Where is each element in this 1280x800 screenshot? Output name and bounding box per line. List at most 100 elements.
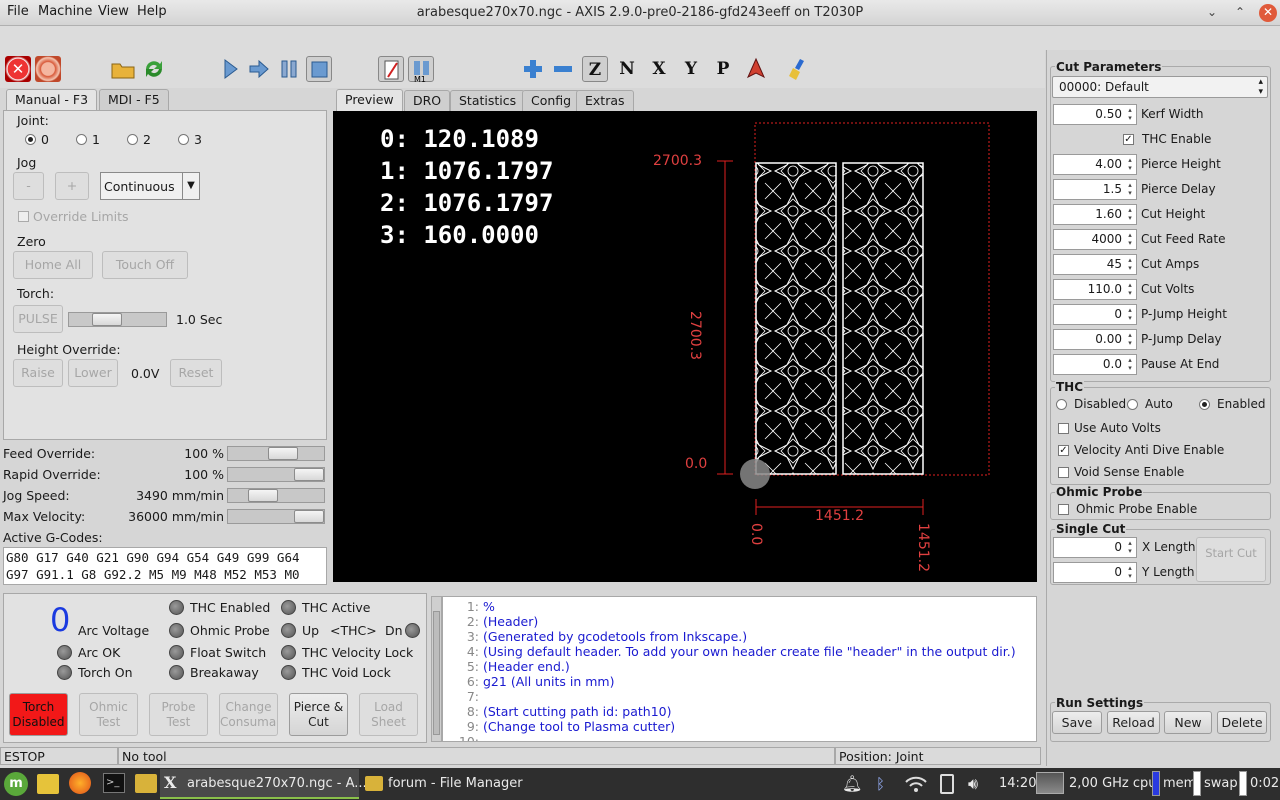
gcode-line[interactable]: 7: — [443, 689, 1036, 704]
tab-preview[interactable]: Preview — [336, 89, 403, 111]
desktop-icon[interactable] — [37, 774, 59, 794]
gcode-scrollbar[interactable] — [431, 596, 442, 742]
lower-button[interactable]: Lower — [68, 359, 118, 387]
joint-radio-2[interactable] — [127, 134, 138, 145]
taskbar-app-axis[interactable]: X arabesque270x70.ngc - A... — [160, 769, 367, 799]
volume-icon[interactable]: 🔊︎ — [968, 768, 978, 800]
pulse-slider[interactable] — [68, 312, 167, 327]
files-icon[interactable] — [135, 774, 157, 793]
delete-button[interactable]: Delete — [1217, 711, 1267, 734]
cut-param-input[interactable]: 110.0 — [1053, 279, 1137, 300]
cut-param-input[interactable]: 0.0 — [1053, 354, 1137, 375]
reload-icon[interactable] — [141, 56, 167, 82]
thc-auto-radio[interactable] — [1127, 399, 1138, 410]
gcode-line[interactable]: 6: g21 (All units in mm) — [443, 674, 1036, 689]
joint-radio-0[interactable] — [25, 134, 36, 145]
change-consumable-button[interactable]: Change Consumable — [219, 693, 278, 736]
cut-param-input[interactable]: 0.00 — [1053, 329, 1137, 350]
jog-plus-button[interactable]: + — [55, 172, 89, 200]
gcode-preview[interactable]: 0: 120.1089 1: 1076.1797 2: 1076.1797 3:… — [333, 111, 1037, 582]
machine-power-icon[interactable] — [35, 56, 61, 82]
gcode-line[interactable]: 2: (Header) — [443, 614, 1036, 629]
tab-config[interactable]: Config — [522, 90, 581, 112]
raise-button[interactable]: Raise — [13, 359, 63, 387]
save-button[interactable]: Save — [1052, 711, 1102, 734]
thc-enabled-radio[interactable] — [1199, 399, 1210, 410]
velocity-anti-dive-checkbox[interactable]: ✓ — [1058, 445, 1069, 456]
clear-plot-icon[interactable] — [786, 56, 812, 82]
rotate-view-icon[interactable] — [743, 56, 769, 82]
maximize-icon[interactable]: ⌃ — [1231, 4, 1249, 22]
jog-speed-handle[interactable] — [248, 489, 278, 502]
rapid-override-slider[interactable] — [227, 467, 325, 482]
gcode-scrollbar-thumb[interactable] — [433, 611, 440, 735]
gcode-line[interactable]: 5: (Header end.) — [443, 659, 1036, 674]
max-velocity-slider[interactable] — [227, 509, 325, 524]
cut-param-input[interactable]: 4000 — [1053, 229, 1137, 250]
override-limits-checkbox[interactable] — [18, 211, 29, 222]
max-velocity-handle[interactable] — [294, 510, 324, 523]
zoom-out-icon[interactable] — [550, 56, 576, 82]
pulse-button[interactable]: PULSE — [13, 305, 63, 333]
void-sense-checkbox[interactable] — [1058, 467, 1069, 478]
pulse-slider-handle[interactable] — [92, 313, 122, 326]
load-sheet-button[interactable]: Load Sheet — [359, 693, 418, 736]
torch-disabled-button[interactable]: Torch Disabled — [9, 693, 68, 736]
close-icon[interactable]: ✕ — [1259, 4, 1277, 22]
notifications-icon[interactable]: 🔔︎ — [842, 768, 862, 800]
x-length-input[interactable]: 0 — [1053, 537, 1137, 558]
cut-param-input[interactable]: 1.5 — [1053, 179, 1137, 200]
probe-test-button[interactable]: Probe Test — [149, 693, 208, 736]
run-icon[interactable] — [217, 56, 243, 82]
tab-extras[interactable]: Extras — [576, 90, 634, 112]
menu-help[interactable]: Help — [137, 4, 167, 19]
pierce-cut-button[interactable]: Pierce & Cut — [289, 693, 348, 736]
tab-dro[interactable]: DRO — [404, 90, 451, 112]
jog-mode-select[interactable]: Continuous ▼ — [100, 172, 200, 200]
gcode-line[interactable]: 10: — [443, 734, 1036, 741]
terminal-icon[interactable]: >_ — [103, 773, 125, 793]
reload-button[interactable]: Reload — [1107, 711, 1160, 734]
gcode-line[interactable]: 8: (Start cutting path id: path10) — [443, 704, 1036, 719]
view-x-icon[interactable]: X — [646, 56, 672, 82]
tab-statistics[interactable]: Statistics — [450, 90, 526, 112]
open-file-icon[interactable] — [110, 56, 136, 82]
start-cut-button[interactable]: Start Cut — [1196, 537, 1266, 582]
gcode-line[interactable]: 1:% — [443, 599, 1036, 614]
joint-radio-1[interactable] — [76, 134, 87, 145]
stop-icon[interactable] — [306, 56, 332, 82]
bluetooth-icon[interactable]: ᛒ — [876, 768, 885, 800]
thc-disabled-radio[interactable] — [1056, 399, 1067, 410]
firefox-icon[interactable] — [69, 772, 91, 794]
new-button[interactable]: New — [1164, 711, 1212, 734]
ohmic-enable-checkbox[interactable] — [1058, 504, 1069, 515]
mint-menu-icon[interactable]: m — [4, 772, 28, 796]
y-length-input[interactable]: 0 — [1053, 562, 1137, 583]
tab-manual[interactable]: Manual - F3 — [6, 89, 98, 111]
battery-icon[interactable] — [940, 774, 954, 794]
ohmic-test-button[interactable]: Ohmic Test — [79, 693, 138, 736]
feed-override-handle[interactable] — [268, 447, 298, 460]
reset-button[interactable]: Reset — [170, 359, 222, 387]
tab-mdi[interactable]: MDI - F5 — [99, 89, 169, 111]
gcode-line[interactable]: 9: (Change tool to Plasma cutter) — [443, 719, 1036, 734]
pause-icon[interactable] — [276, 56, 302, 82]
feed-override-slider[interactable] — [227, 446, 325, 461]
wifi-icon[interactable] — [904, 774, 928, 797]
cut-param-input[interactable]: 0.50 — [1053, 104, 1137, 125]
estop-icon[interactable]: ✕ — [5, 56, 31, 82]
gcode-viewer[interactable]: 1:% 2: (Header) 3: (Generated by gcodetools … — [442, 596, 1037, 742]
cut-param-input[interactable]: 4.00 — [1053, 154, 1137, 175]
menu-machine[interactable]: Machine — [38, 4, 92, 19]
view-z2-icon[interactable]: N — [614, 56, 640, 82]
taskbar-app-files[interactable]: forum - File Manager — [362, 769, 527, 799]
home-all-button[interactable]: Home All — [13, 251, 93, 279]
gcode-line[interactable]: 3: (Generated by gcodetools from Inkscape… — [443, 629, 1036, 644]
cut-param-input[interactable]: 0 — [1053, 304, 1137, 325]
cut-param-input[interactable]: 1.60 — [1053, 204, 1137, 225]
view-p-icon[interactable]: P — [710, 56, 736, 82]
jog-minus-button[interactable]: - — [13, 172, 44, 200]
block-delete-icon[interactable] — [378, 56, 404, 82]
view-z-icon[interactable]: Z — [582, 56, 608, 82]
menu-view[interactable]: View — [98, 4, 129, 19]
